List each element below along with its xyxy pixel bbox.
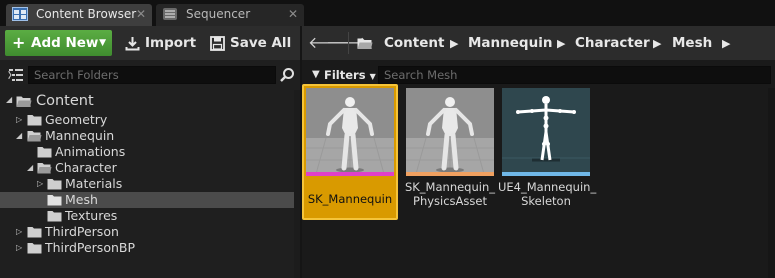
folder-open-icon xyxy=(27,131,42,142)
import-label: Import xyxy=(145,35,197,51)
asset-tile-skeleton[interactable]: UE4_Mannequin_ Skeleton xyxy=(498,84,597,220)
expanded-arrow-icon[interactable]: ◢ xyxy=(6,92,12,108)
folder-search-input[interactable]: Search Folders xyxy=(28,66,276,84)
asset-name-line: SK_Mannequin_ xyxy=(404,180,496,194)
sources-panel: + Add New ▼ Import Save All Search Folde… xyxy=(0,26,300,278)
skeletal-mesh-thumbnail xyxy=(306,88,394,176)
breadcrumb-separator-icon[interactable]: ▶ xyxy=(557,35,565,52)
asset-name-line: Skeleton xyxy=(521,194,571,208)
tab-label: Sequencer xyxy=(186,7,251,21)
save-icon xyxy=(210,36,225,51)
breadcrumb-separator-icon[interactable]: ▶ xyxy=(653,35,661,52)
asset-name-line: UE4_Mannequin_ xyxy=(498,180,597,194)
back-arrow-icon[interactable]: 🡐 xyxy=(308,35,351,51)
tree-item-animations[interactable]: Animations xyxy=(0,144,294,160)
breadcrumb-mesh[interactable]: Mesh xyxy=(672,35,712,51)
folder-icon xyxy=(47,195,62,206)
folder-search-row: Search Folders xyxy=(0,64,300,86)
folder-open-icon xyxy=(37,163,52,174)
asset-search-row: ▼ Filters ▼ Search Mesh xyxy=(302,64,775,86)
folder-open-icon xyxy=(16,96,32,107)
tree-item-character[interactable]: ◢ Character xyxy=(0,160,294,176)
tree-item-label: Character xyxy=(55,160,117,175)
folder-icon xyxy=(47,179,62,190)
folder-icon xyxy=(37,147,52,158)
asset-name: UE4_Mannequin_ Skeleton xyxy=(498,180,597,208)
filter-icon: ▼ xyxy=(312,69,320,80)
tab-label: Content Browser xyxy=(36,7,137,21)
asset-tile-physics-asset[interactable]: SK_Mannequin_ PhysicsAsset xyxy=(402,84,498,220)
save-all-label: Save All xyxy=(230,35,292,51)
sources-toggle-icon[interactable] xyxy=(8,67,24,83)
physics-asset-thumbnail xyxy=(406,88,494,176)
folder-open-icon[interactable] xyxy=(357,37,373,50)
asset-name: SK_Mannequin xyxy=(307,192,393,206)
tree-item-thirdpersonbp[interactable]: ▷ ThirdPersonBP xyxy=(0,240,294,256)
tree-item-label: Textures xyxy=(65,208,118,223)
breadcrumb-separator-icon[interactable]: ▶ xyxy=(450,35,458,52)
divider xyxy=(348,32,349,54)
asset-name-line: PhysicsAsset xyxy=(413,194,487,208)
asset-tile-sk-mannequin[interactable]: SK_Mannequin xyxy=(302,84,398,220)
tree-item-label: Materials xyxy=(65,176,123,191)
import-button[interactable]: Import xyxy=(125,30,196,56)
close-icon[interactable]: ✕ xyxy=(288,4,298,24)
expanded-arrow-icon[interactable]: ◢ xyxy=(27,160,33,176)
search-icon[interactable] xyxy=(279,67,295,83)
folder-icon xyxy=(47,211,62,222)
tree-item-label: Mannequin xyxy=(45,128,115,143)
collapsed-arrow-icon[interactable]: ▷ xyxy=(16,224,22,240)
tree-item-materials[interactable]: ▷ Materials xyxy=(0,176,294,192)
plus-icon: + xyxy=(12,33,26,52)
filters-label: Filters xyxy=(324,68,366,82)
breadcrumb-separator-icon[interactable]: ▶ xyxy=(722,35,730,52)
tab-sequencer[interactable]: Sequencer ✕ xyxy=(156,4,304,26)
forward-arrow-icon[interactable]: 🡒 xyxy=(326,35,369,51)
asset-view-scrollbar[interactable] xyxy=(768,88,775,278)
tree-item-textures[interactable]: Textures xyxy=(0,208,294,224)
skeleton-thumbnail xyxy=(502,88,590,176)
folder-icon xyxy=(27,227,42,238)
import-icon xyxy=(125,37,140,51)
tree-item-mesh[interactable]: Mesh xyxy=(0,192,294,208)
tree-item-label: Content xyxy=(36,93,94,109)
tree-item-label: Mesh xyxy=(65,192,98,207)
asset-name: SK_Mannequin_ PhysicsAsset xyxy=(402,180,498,208)
close-icon[interactable]: ✕ xyxy=(136,4,146,24)
content-toolbar: + Add New ▼ Import Save All xyxy=(0,26,300,60)
collapsed-arrow-icon[interactable]: ▷ xyxy=(16,240,22,256)
tab-content-browser[interactable]: Content Browser ✕ xyxy=(6,4,152,26)
tree-item-mannequin[interactable]: ◢ Mannequin xyxy=(0,128,294,144)
save-all-button[interactable]: Save All xyxy=(210,30,291,56)
breadcrumb-content[interactable]: Content xyxy=(384,35,444,51)
filters-button[interactable]: ▼ Filters ▼ xyxy=(310,66,376,84)
folder-icon xyxy=(27,115,42,126)
path-toolbar: 🡐 🡒 Content ▶ Mannequin ▶ Character ▶ Me… xyxy=(302,26,775,60)
collapsed-arrow-icon[interactable]: ▷ xyxy=(37,176,43,192)
folder-tree-scrollbar[interactable] xyxy=(294,90,300,278)
asset-search-input[interactable]: Search Mesh xyxy=(378,66,771,84)
tree-item-content[interactable]: ◢ Content xyxy=(0,92,294,110)
folder-icon xyxy=(27,243,42,254)
add-new-label: Add New xyxy=(31,35,99,51)
tree-item-label: Geometry xyxy=(45,112,108,127)
tree-item-thirdperson[interactable]: ▷ ThirdPerson xyxy=(0,224,294,240)
tree-item-label: Animations xyxy=(55,144,126,159)
breadcrumb-character[interactable]: Character xyxy=(575,35,650,51)
collapsed-arrow-icon[interactable]: ▷ xyxy=(16,112,22,128)
expanded-arrow-icon[interactable]: ◢ xyxy=(16,128,22,144)
tree-item-label: ThirdPerson xyxy=(45,224,119,239)
content-browser-icon xyxy=(12,7,28,21)
chevron-down-icon: ▼ xyxy=(369,72,376,81)
asset-view-panel: 🡐 🡒 Content ▶ Mannequin ▶ Character ▶ Me… xyxy=(302,26,775,278)
add-new-button[interactable]: + Add New ▼ xyxy=(5,30,112,56)
tab-strip: Content Browser ✕ Sequencer ✕ xyxy=(0,0,775,26)
sequencer-icon xyxy=(163,8,177,20)
chevron-down-icon: ▼ xyxy=(99,38,106,48)
tree-item-geometry[interactable]: ▷ Geometry xyxy=(0,112,294,128)
breadcrumb-mannequin[interactable]: Mannequin xyxy=(468,35,552,51)
tree-item-label: ThirdPersonBP xyxy=(45,240,136,255)
